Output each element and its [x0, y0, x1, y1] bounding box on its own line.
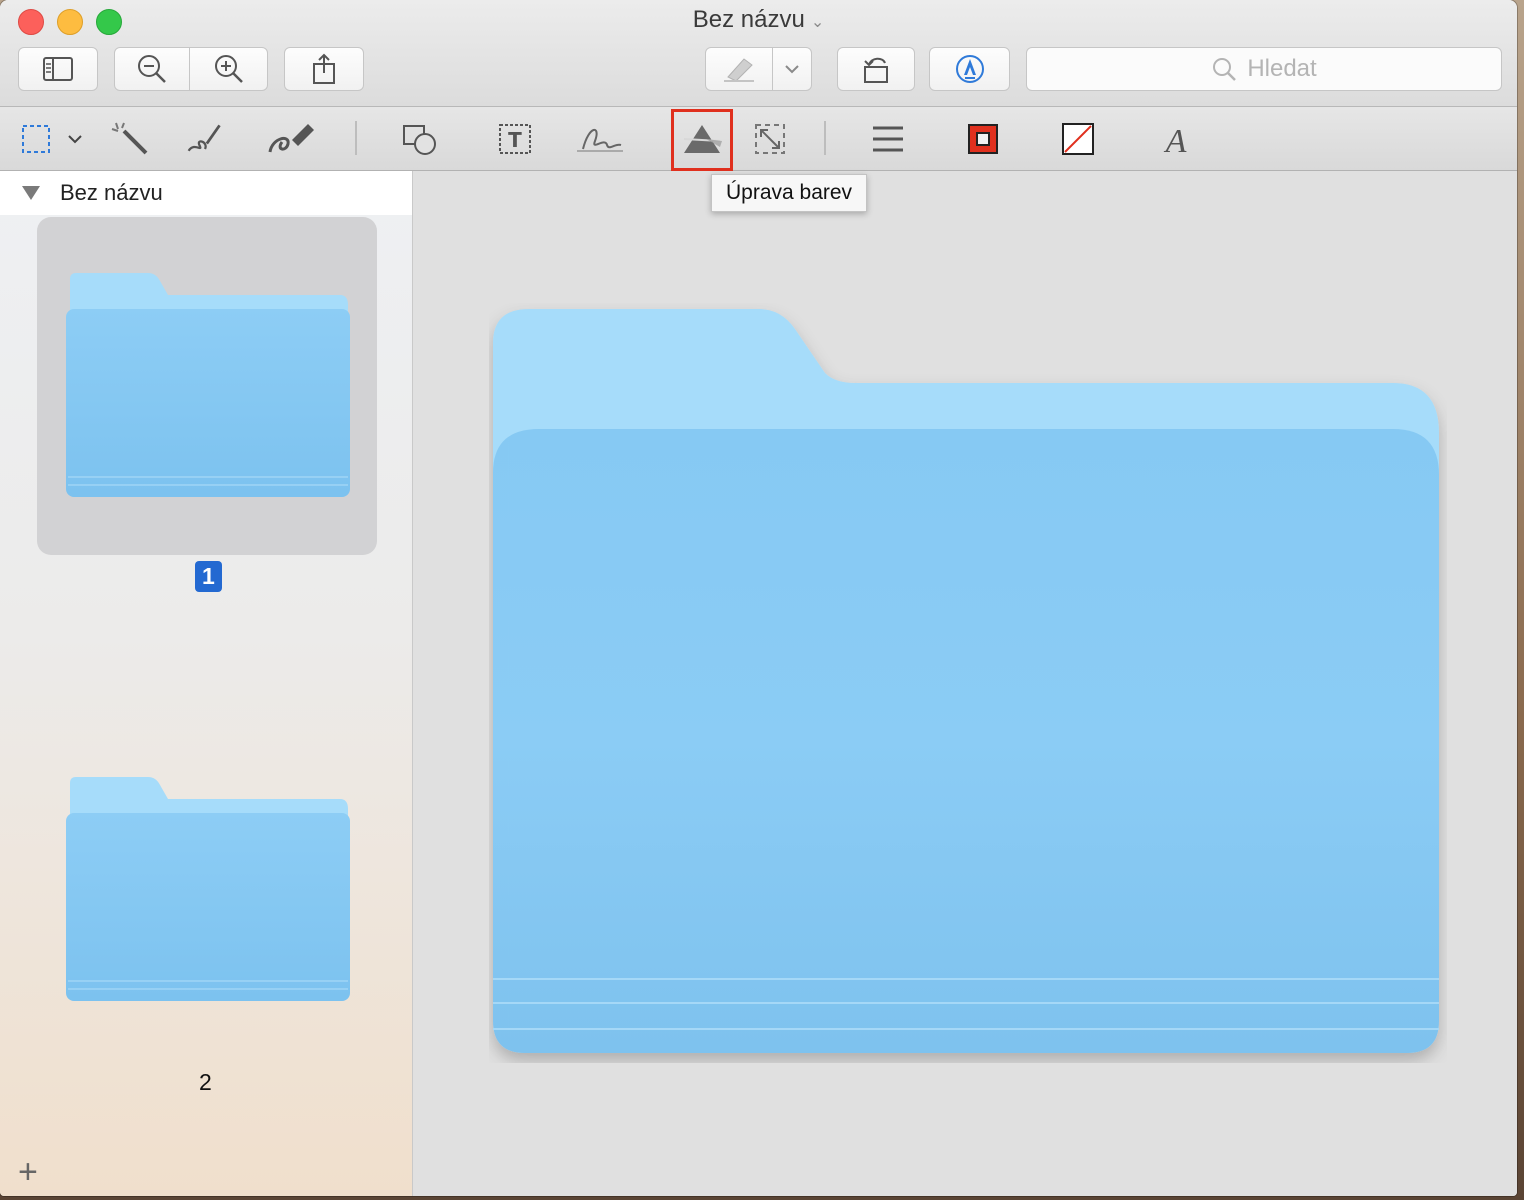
fill-color-tool[interactable]	[1058, 121, 1098, 157]
sidebar-document-header[interactable]: Bez názvu	[0, 171, 412, 215]
svg-text:T: T	[508, 128, 522, 152]
sidebar-document-title: Bez názvu	[60, 180, 163, 205]
text-style-icon: A	[1164, 123, 1187, 156]
rotate-left-icon	[864, 57, 888, 83]
shapes-tool[interactable]	[400, 121, 440, 157]
no-fill-icon	[1062, 123, 1094, 155]
highlight-menu-button[interactable]	[772, 47, 812, 91]
highlighter-icon	[724, 58, 754, 82]
sidebar-toggle-button[interactable]	[18, 47, 98, 91]
selection-tool[interactable]	[20, 121, 90, 157]
markup-icon	[955, 55, 984, 83]
window-title-text: Bez názvu	[692, 6, 805, 33]
share-button[interactable]	[284, 47, 364, 91]
highlight-box	[671, 109, 733, 171]
text-tool[interactable]: T	[495, 121, 535, 157]
zoom-out-icon	[138, 55, 166, 83]
toolbar-separator	[355, 121, 357, 155]
sign-tool[interactable]	[575, 121, 625, 157]
zoom-out-button[interactable]	[114, 47, 190, 91]
resize-icon	[755, 124, 785, 154]
toolbar-separator	[824, 121, 826, 155]
search-field[interactable]: Hledat	[1026, 47, 1502, 91]
border-color-icon	[968, 124, 998, 154]
sketch-tool[interactable]	[185, 121, 225, 157]
disclosure-triangle-icon[interactable]	[22, 186, 40, 200]
rectangular-selection-icon	[22, 125, 50, 153]
tooltip: Úprava barev	[711, 174, 868, 212]
preview-window: Bez názvu ⌄ Hledat T A Úprava barev Bez …	[0, 0, 1517, 1196]
thumbnail-sidebar: Bez názvu 1 2 +	[0, 171, 413, 1196]
sidebar-icon	[43, 57, 73, 81]
draw-tool[interactable]	[265, 121, 319, 157]
chevron-down-icon	[68, 135, 82, 144]
text-box-icon: T	[499, 124, 531, 154]
page-number-1: 1	[195, 561, 222, 592]
svg-text:A: A	[1164, 123, 1187, 156]
sketch-icon	[187, 124, 221, 152]
search-icon	[1213, 58, 1237, 81]
search-placeholder: Hledat	[1247, 55, 1317, 82]
zoom-in-icon	[214, 55, 243, 83]
signature-icon	[577, 129, 623, 152]
folder-icon	[66, 273, 350, 497]
page-number-2: 2	[199, 1069, 212, 1095]
highlight-button[interactable]	[705, 47, 773, 91]
folder-image	[493, 309, 1439, 1053]
add-page-button[interactable]: +	[18, 1155, 38, 1189]
adjust-size-tool[interactable]	[750, 121, 790, 157]
line-weight-icon	[873, 126, 903, 152]
draw-icon	[268, 124, 314, 153]
rotate-button[interactable]	[837, 47, 915, 91]
zoom-in-button[interactable]	[189, 47, 268, 91]
window-title[interactable]: Bez názvu ⌄	[0, 6, 1517, 34]
chevron-down-icon: ⌄	[810, 14, 825, 31]
share-icon	[313, 53, 335, 84]
instant-alpha-tool[interactable]	[110, 121, 150, 157]
document-canvas[interactable]	[413, 171, 1517, 1196]
chevron-down-icon	[785, 65, 799, 74]
text-style-tool[interactable]: A	[1156, 121, 1196, 157]
magic-wand-icon	[111, 122, 148, 155]
shape-style-tool[interactable]	[868, 121, 908, 157]
titlebar: Bez názvu ⌄ Hledat	[0, 0, 1517, 107]
page-thumbnail-2[interactable]	[64, 775, 352, 1007]
border-color-tool[interactable]	[963, 121, 1003, 157]
shapes-icon	[403, 125, 436, 155]
markup-toolbar: T A	[0, 107, 1517, 171]
markup-toggle-button[interactable]	[929, 47, 1010, 91]
